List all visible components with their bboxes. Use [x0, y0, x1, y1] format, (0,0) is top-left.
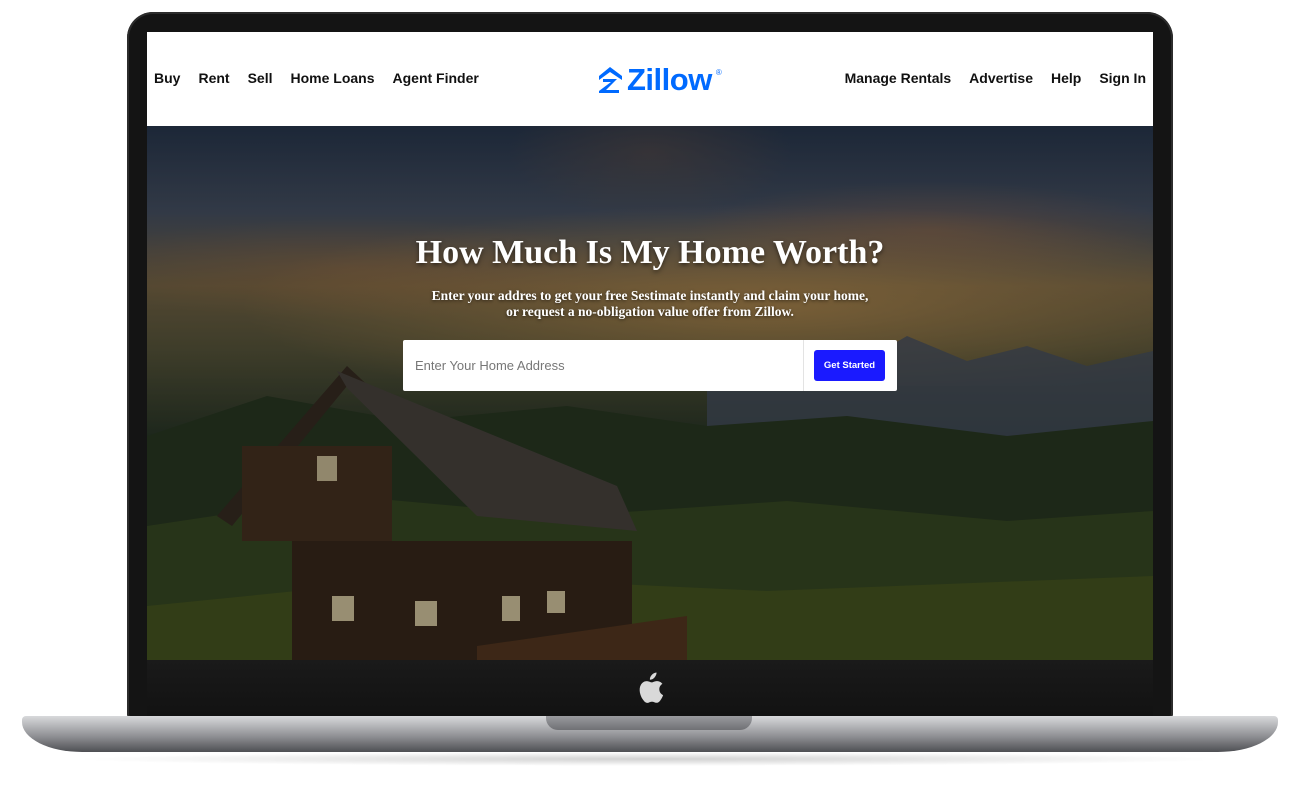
laptop-screen: Buy Rent Sell Home Loans Agent Finder Zi…	[147, 32, 1153, 660]
brand-logo[interactable]: Zillow ®	[597, 62, 722, 98]
search-divider	[803, 340, 804, 391]
nav-link-manage-rentals[interactable]: Manage Rentals	[845, 70, 952, 86]
apple-icon	[639, 672, 664, 703]
nav-link-help[interactable]: Help	[1051, 70, 1081, 86]
zillow-house-icon	[599, 67, 622, 93]
hero-subtitle-line-2: or request a no-obligation value offer f…	[506, 304, 794, 319]
nav-link-sell[interactable]: Sell	[248, 70, 273, 86]
nav-link-buy[interactable]: Buy	[154, 70, 180, 86]
brand-name: Zillow	[627, 62, 712, 97]
nav-link-home-loans[interactable]: Home Loans	[290, 70, 374, 86]
site-header: Buy Rent Sell Home Loans Agent Finder Zi…	[147, 32, 1153, 126]
nav-link-sign-in[interactable]: Sign In	[1099, 70, 1146, 86]
address-search-input[interactable]	[403, 340, 803, 391]
hero-section: How Much Is My Home Worth? Enter your ad…	[147, 126, 1153, 660]
hero-title: How Much Is My Home Worth?	[415, 234, 885, 271]
brand-registered-mark: ®	[715, 68, 722, 77]
secondary-nav: Manage Rentals Advertise Help Sign In	[845, 70, 1146, 86]
laptop-base-notch	[546, 716, 752, 730]
primary-nav: Buy Rent Sell Home Loans Agent Finder	[154, 70, 479, 86]
hero-subtitle-line-1: Enter your addres to get your free Sesti…	[431, 288, 869, 303]
nav-link-rent[interactable]: Rent	[198, 70, 229, 86]
nav-link-advertise[interactable]: Advertise	[969, 70, 1033, 86]
hero-subtitle: Enter your addres to get your free Sesti…	[147, 288, 1153, 320]
hero-dim-overlay	[147, 126, 1153, 660]
address-search-box: Get Started	[403, 340, 897, 391]
get-started-button[interactable]: Get Started	[814, 350, 885, 381]
nav-link-agent-finder[interactable]: Agent Finder	[393, 70, 479, 86]
laptop-shadow	[70, 752, 1230, 766]
